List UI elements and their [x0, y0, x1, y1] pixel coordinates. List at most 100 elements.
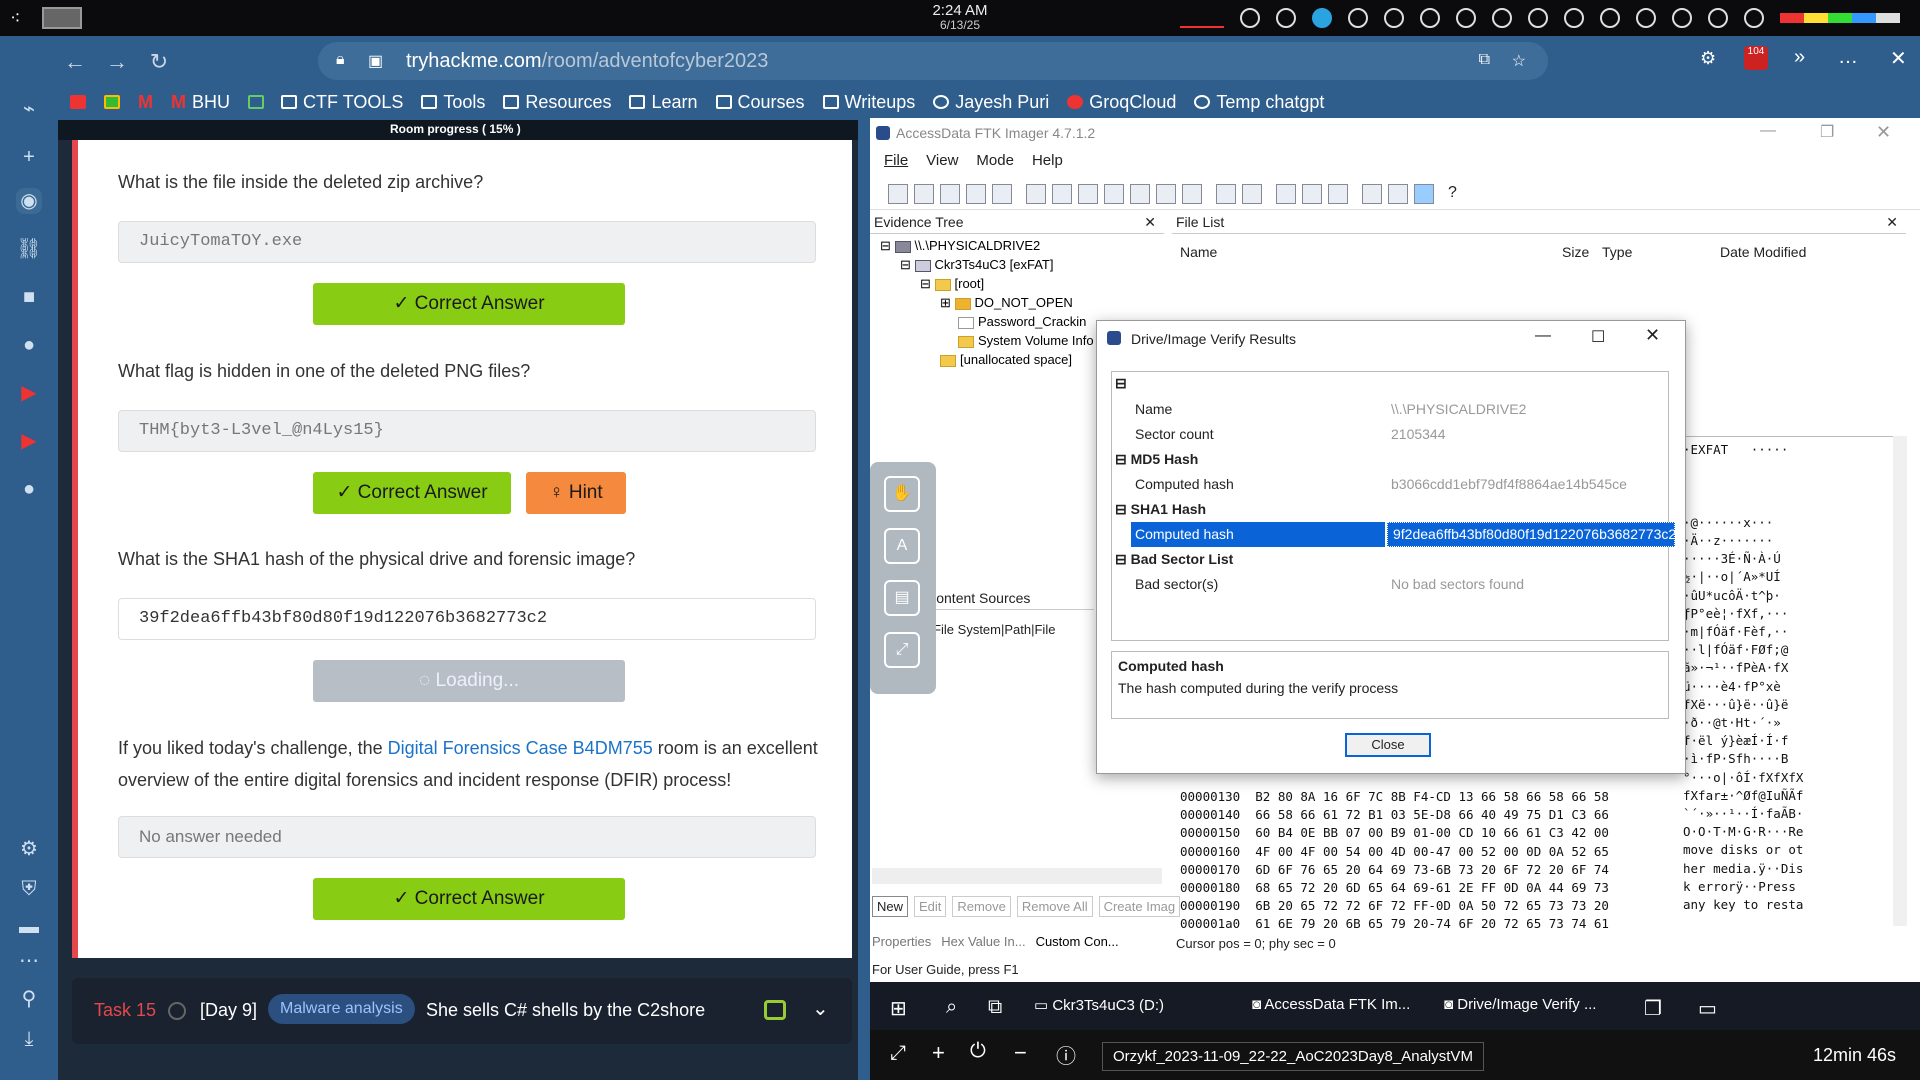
bookmark-ctf-tools[interactable]: CTF TOOLS — [248, 92, 403, 113]
hex-text-row[interactable]: k errorÿ··Press — [1683, 878, 1803, 896]
row-sha1[interactable]: Computed hash 9f2dea6ffb43bf80d80f19d122… — [1131, 522, 1676, 547]
key-icon[interactable] — [1242, 184, 1262, 204]
col-date-modified[interactable]: Date Modified — [1720, 244, 1806, 260]
cloud-icon[interactable] — [1492, 8, 1512, 28]
row-md5[interactable]: Computed hash b3066cdd1ebf79df4f8864ae14b… — [1135, 472, 1675, 497]
taskbar-verify[interactable]: ◙ Drive/Image Verify ... — [1444, 996, 1596, 1013]
col-type[interactable]: Type — [1602, 244, 1632, 260]
monitor-icon[interactable]: ▬ — [16, 914, 42, 940]
bookmark-courses[interactable]: Courses — [715, 92, 805, 113]
text-view-icon[interactable] — [1388, 184, 1408, 204]
correct-answer-button-2[interactable]: ✓ Correct Answer — [313, 472, 511, 514]
hand-icon[interactable]: ✋ — [884, 476, 920, 512]
hex-row[interactable]: 000001a0 61 6E 79 20 6B 65 79 20-74 6F 2… — [1180, 915, 1609, 933]
search-icon[interactable]: ⌕ — [946, 996, 957, 1019]
telegram-icon[interactable] — [1312, 8, 1332, 28]
discord-icon[interactable] — [1276, 8, 1296, 28]
hex-text-row[interactable]: ·Ä··z······· — [1683, 532, 1773, 550]
hex-text-row[interactable]: ·@······x··· — [1683, 514, 1773, 532]
close-window-icon[interactable]: ✕ — [1890, 46, 1907, 71]
bookmark-icon[interactable]: ☆ — [1512, 51, 1526, 71]
extension-badge[interactable]: 104 — [1744, 46, 1768, 70]
hex-row[interactable]: 00000190 6B 20 65 72 72 6F 72 FF-0D 0A 5… — [1180, 897, 1609, 915]
bookmark-bhu[interactable]: M BHU — [171, 92, 230, 113]
answer-2-input[interactable]: THM{byt3-L3vel_@n4Lys15} — [118, 410, 816, 452]
hex-text-row[interactable]: ·ûU*ucôÄ·t^þ· — [1683, 587, 1781, 605]
verify-icon[interactable] — [1130, 184, 1150, 204]
keyboard-a-icon[interactable]: A — [884, 528, 920, 564]
hex-text-row[interactable]: f·ël ý}èæÍ·Í·f — [1683, 732, 1788, 750]
bookmark-groqcloud[interactable]: GroqCloud — [1067, 92, 1176, 113]
close-icon[interactable]: ✕ — [1645, 325, 1660, 346]
thm-icon[interactable]: ◉ — [16, 188, 42, 214]
wifi-icon[interactable] — [1672, 8, 1692, 28]
hex-text-row[interactable]: ··l|fÓäf·FØf;@ — [1683, 641, 1788, 659]
hex-text-row[interactable]: her media.ÿ··Dis — [1683, 860, 1803, 878]
info-icon[interactable]: ⓘ — [1056, 1040, 1076, 1069]
hex-row[interactable]: 00000180 68 65 72 20 6D 65 64 69-61 2E F… — [1180, 879, 1609, 897]
bot-icon[interactable]: ● — [16, 332, 42, 358]
hex-text-row[interactable]: O·O·T·M·G·R···Re — [1683, 823, 1803, 841]
menu-mode[interactable]: Mode — [976, 152, 1014, 172]
link-icon[interactable]: ⛓ — [16, 236, 42, 262]
install-app-icon[interactable]: ⧉ — [1479, 51, 1490, 69]
md5-section[interactable]: ⊟ MD5 Hash — [1115, 451, 1198, 468]
create-image-icon[interactable] — [1026, 184, 1046, 204]
bookmark-gmail[interactable]: M — [138, 92, 153, 113]
page-text-icon[interactable] — [1302, 184, 1322, 204]
remove-button[interactable]: Remove — [952, 896, 1011, 917]
drive-icon[interactable] — [104, 95, 120, 109]
remove-all-button[interactable]: Remove All — [1016, 896, 1093, 917]
bad-sector-section[interactable]: ⊟ Bad Sector List — [1115, 551, 1233, 568]
chevron-down-icon[interactable] — [1744, 8, 1764, 28]
launcher-icon[interactable]: ⁖ — [10, 8, 30, 28]
row-sector-count[interactable]: Sector count 2105344 — [1135, 422, 1675, 447]
image-mount-icon[interactable] — [940, 184, 960, 204]
menu-icon[interactable]: … — [1838, 46, 1858, 69]
hex-text-row[interactable]: `´·»··¹··Í·faÃB· — [1683, 805, 1803, 823]
tree-do-not-open[interactable]: ⊞ DO_NOT_OPEN — [880, 295, 1170, 314]
reload-icon[interactable]: ↻ — [144, 42, 174, 82]
address-bar[interactable]: 🔒︎ ▣ tryhackme.com/room/adventofcyber202… — [318, 42, 1548, 80]
hex-text-row[interactable]: ü····è4·fP°xè — [1683, 678, 1781, 696]
bluetooth-2-icon[interactable] — [1600, 8, 1620, 28]
hex-row[interactable]: 00000160 4F 00 4F 00 54 00 4D 00-47 00 5… — [1180, 843, 1609, 861]
obtain-files-icon[interactable] — [1182, 184, 1202, 204]
bookmark-learn[interactable]: Learn — [629, 92, 698, 113]
tree-root[interactable]: ⊟ [root] — [880, 276, 1170, 295]
taskbar-drive[interactable]: ▭ Ckr3Ts4uC3 (D:) — [1034, 996, 1164, 1014]
maximize-icon[interactable]: ☐ — [1591, 327, 1605, 347]
restore-icon[interactable]: ❐ — [1820, 122, 1834, 142]
more-icon[interactable]: ⋯ — [16, 948, 42, 974]
hex-text-row[interactable]: °···o|·ôÍ·fXfXfX — [1683, 769, 1803, 787]
task-15-header[interactable]: Task 15 [Day 9] Malware analysis She sel… — [72, 978, 852, 1044]
keyboard-icon[interactable] — [1420, 8, 1440, 28]
youtube-2-icon[interactable]: ▶ — [16, 428, 42, 454]
close-icon[interactable]: ✕ — [1876, 122, 1891, 143]
tab-properties[interactable]: Properties — [872, 934, 931, 949]
clipboard-icon[interactable]: ▤ — [884, 580, 920, 616]
export-hash-icon[interactable] — [1078, 184, 1098, 204]
hex-scrollbar[interactable] — [1893, 436, 1907, 926]
more-tabs-icon[interactable]: » — [1794, 46, 1805, 69]
download-icon[interactable]: ⤓ — [16, 1026, 42, 1052]
page-image-icon[interactable] — [1328, 184, 1348, 204]
bookmark-tools[interactable]: Tools — [421, 92, 485, 113]
tab-custom-content[interactable]: Custom Con... — [1036, 934, 1119, 949]
settings-icon[interactable]: ⚙ — [16, 836, 42, 862]
add-icon[interactable]: + — [16, 144, 42, 170]
terminal-icon[interactable]: ▭ — [1698, 996, 1717, 1021]
collapse-icon[interactable]: ⊟ — [1115, 375, 1127, 392]
hex-text-row[interactable]: ã»·¬¹··fPèA·fX — [1683, 659, 1788, 677]
clipboard-icon[interactable] — [1384, 8, 1404, 28]
vpn-icon[interactable] — [1348, 8, 1368, 28]
menu-help[interactable]: Help — [1032, 152, 1063, 172]
speaker-icon[interactable] — [1708, 8, 1728, 28]
alarm-icon[interactable] — [1240, 8, 1260, 28]
pause-icon[interactable] — [1456, 8, 1476, 28]
hex-text-row[interactable]: ·····3É·Ñ·À·Ú — [1683, 550, 1781, 568]
row-name[interactable]: Name \\.\PHYSICALDRIVE2 — [1135, 397, 1675, 422]
volume-icon[interactable] — [1528, 8, 1548, 28]
site-settings-icon[interactable]: ▣ — [368, 51, 383, 71]
hex-row[interactable]: 00000130 B2 80 8A 16 6F 7C 8B F4-CD 13 6… — [1180, 788, 1609, 806]
